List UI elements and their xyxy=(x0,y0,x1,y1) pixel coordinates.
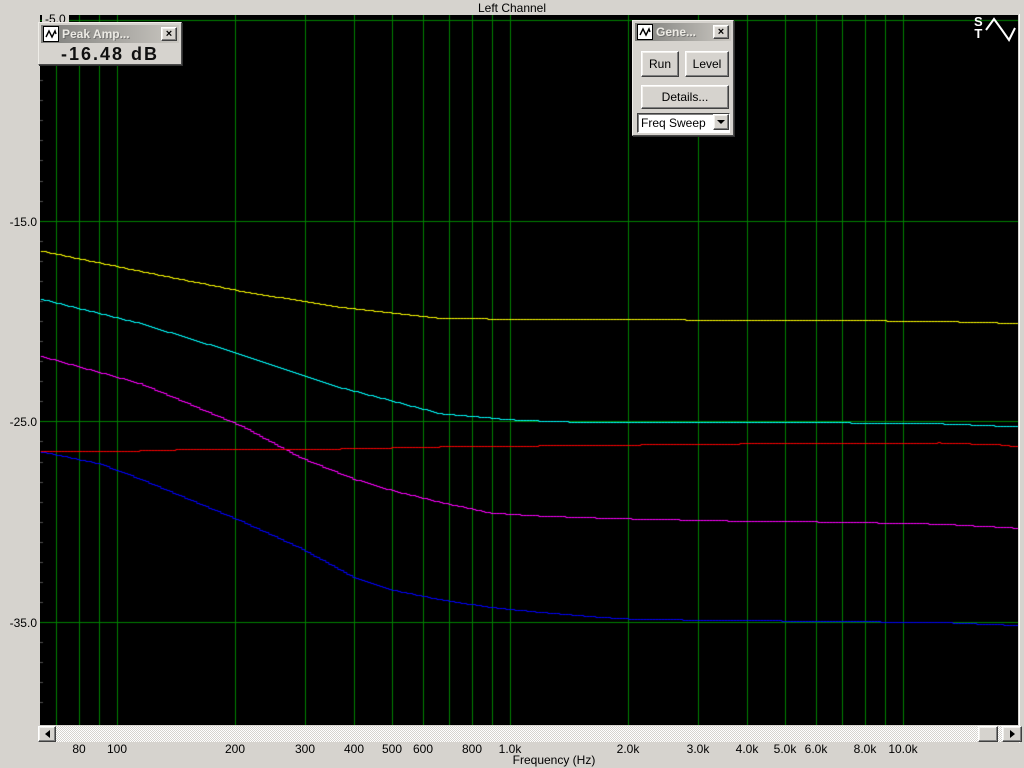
scroll-right-button[interactable] xyxy=(1002,726,1022,742)
peak-amplitude-value: -16.48 dB xyxy=(39,45,181,64)
generator-window: Gene... × Run Level Details... Freq Swee… xyxy=(632,20,734,136)
waveform-icon xyxy=(43,26,59,42)
x-axis-label: 80 xyxy=(72,742,85,756)
waveform-icon xyxy=(637,24,653,40)
x-axis-label: 3.0k xyxy=(687,742,710,756)
peak-window-title: Peak Amp... xyxy=(62,27,158,41)
close-icon[interactable]: × xyxy=(161,27,177,41)
plot-right-edge xyxy=(1019,14,1020,743)
plot-canvas xyxy=(40,15,1018,725)
x-axis-label: 10.0k xyxy=(888,742,917,756)
y-axis-label: -15.0 xyxy=(1,215,37,229)
level-button[interactable]: Level xyxy=(685,51,729,77)
plot-area xyxy=(40,15,1018,725)
x-axis-label: 300 xyxy=(295,742,315,756)
run-button[interactable]: Run xyxy=(641,51,679,77)
generator-window-titlebar[interactable]: Gene... × xyxy=(635,23,731,41)
app-logo: S T xyxy=(974,16,1017,44)
x-axis-label: 400 xyxy=(344,742,364,756)
arrow-right-icon xyxy=(1010,730,1015,738)
scroll-left-button[interactable] xyxy=(38,726,56,742)
x-axis-label: 5.0k xyxy=(774,742,797,756)
x-axis-label: 2.0k xyxy=(617,742,640,756)
chart-title: Left Channel xyxy=(0,1,1024,15)
app-window: Left Channel -5.0-15.0-25.0-35.0 8010020… xyxy=(0,0,1024,768)
details-button[interactable]: Details... xyxy=(641,85,729,109)
x-axis-label: 200 xyxy=(225,742,245,756)
x-axis-label: 4.0k xyxy=(736,742,759,756)
generator-window-title: Gene... xyxy=(656,25,710,39)
signal-mode-value: Freq Sweep xyxy=(638,114,713,132)
arrow-left-icon xyxy=(45,730,50,738)
close-icon[interactable]: × xyxy=(713,25,729,39)
x-axis-label: 800 xyxy=(462,742,482,756)
x-axis-label: 6.0k xyxy=(805,742,828,756)
scrollbar-track[interactable] xyxy=(56,726,1002,742)
x-axis-title: Frequency (Hz) xyxy=(513,753,596,767)
horizontal-scrollbar xyxy=(38,726,1022,742)
scrollbar-thumb[interactable] xyxy=(978,726,998,742)
x-axis-label: 100 xyxy=(107,742,127,756)
x-axis-label: 600 xyxy=(413,742,433,756)
y-axis-label: -35.0 xyxy=(1,616,37,630)
peak-amplitude-window: Peak Amp... × -16.48 dB xyxy=(38,22,182,65)
y-axis-label: -25.0 xyxy=(1,415,37,429)
peak-window-titlebar[interactable]: Peak Amp... × xyxy=(41,25,179,43)
x-axis-label: 8.0k xyxy=(854,742,877,756)
triangle-wave-icon xyxy=(983,16,1017,44)
st-logo: S T xyxy=(974,16,983,40)
chevron-down-icon xyxy=(717,120,725,124)
x-axis-label: 500 xyxy=(382,742,402,756)
dropdown-button[interactable] xyxy=(713,114,729,130)
signal-mode-select[interactable]: Freq Sweep xyxy=(637,113,730,133)
